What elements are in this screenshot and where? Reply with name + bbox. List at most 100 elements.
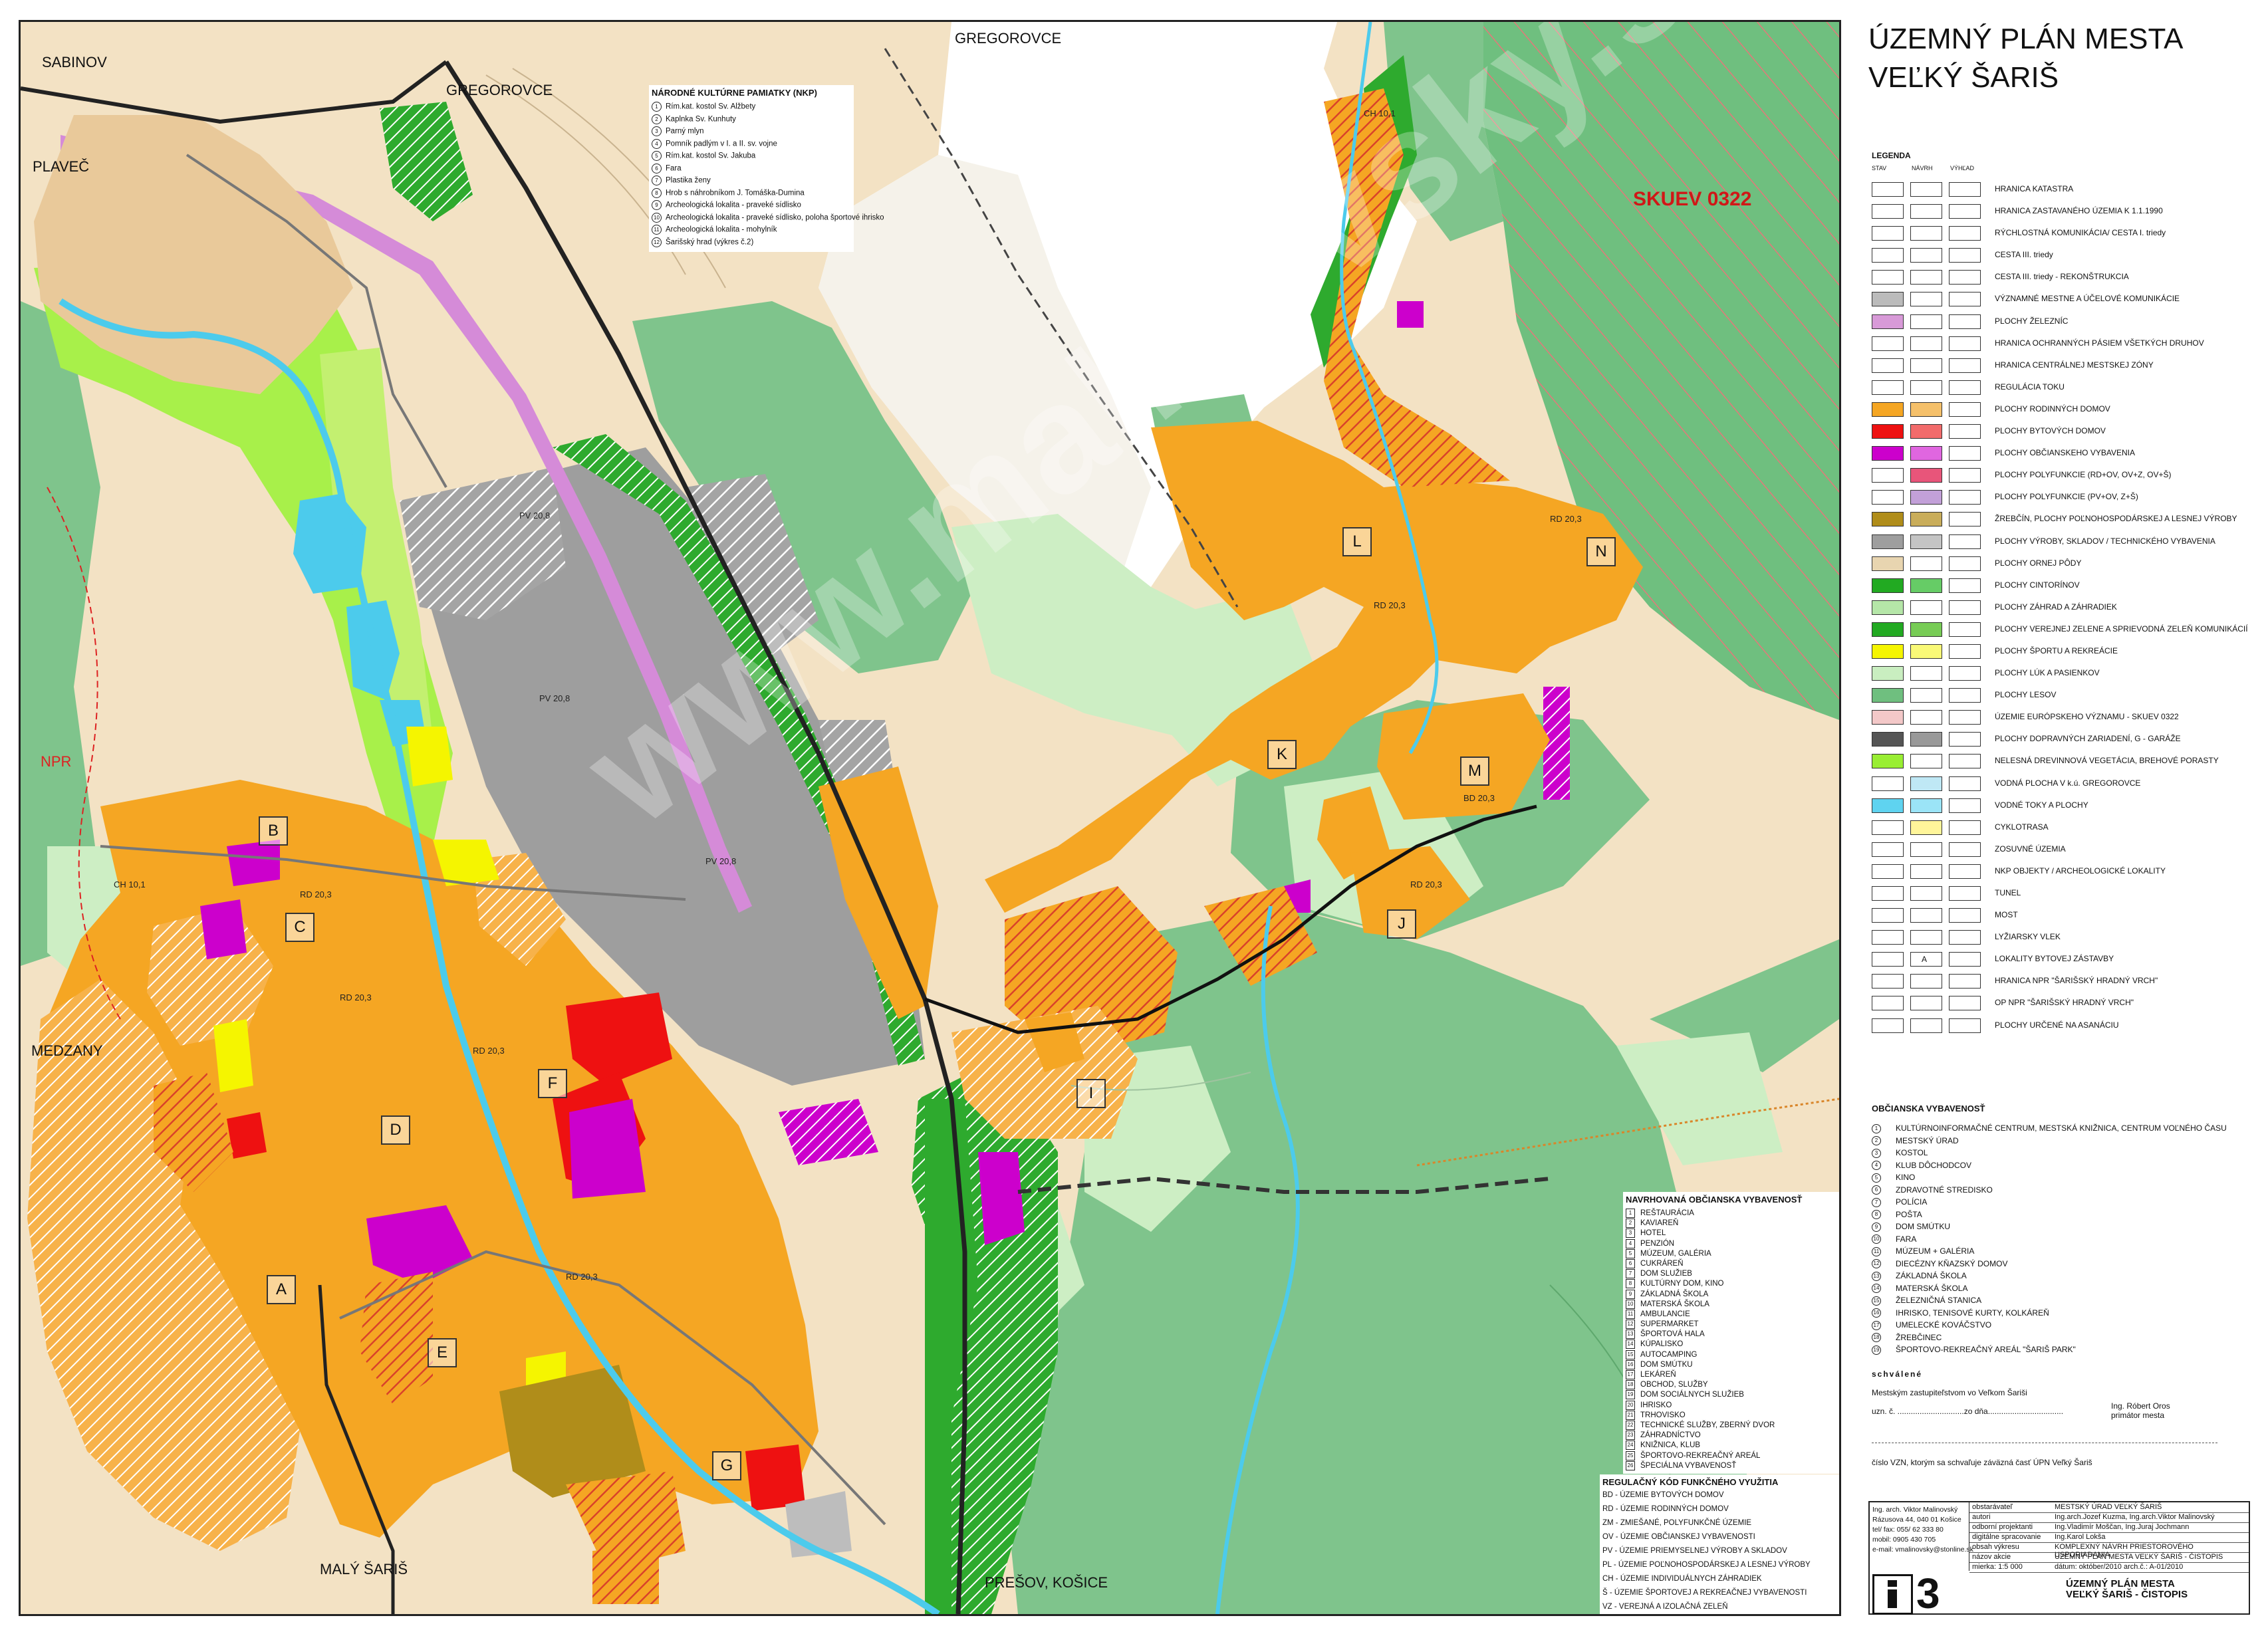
zone-letter-b: B	[259, 816, 288, 846]
legend-swatch	[1910, 182, 1942, 197]
legend-item-label: PLOCHY ŽELEZNÍC	[1995, 316, 2069, 326]
proposed-amenities-title: NAVRHOVANÁ OBČIANSKA VYBAVENOSŤ	[1626, 1195, 1803, 1205]
legend-swatch	[1949, 314, 1981, 329]
label-medzany: MEDZANY	[31, 1042, 103, 1059]
zone-letter-g: G	[712, 1451, 741, 1480]
legend-item: ŽREBČÍN, PLOCHY POĽNOHOSPODÁRSKEJ A LESN…	[1872, 509, 2251, 531]
legend-swatch	[1949, 248, 1981, 263]
title-block-value: ÚZEMNÝ PLÁN MESTA VEĽKÝ ŠARIŠ - ČISTOPIS	[2055, 1553, 2223, 1561]
legend-swatch	[1872, 270, 1904, 285]
zone-letter-j: J	[1387, 909, 1416, 939]
civic-number-icon: 14	[1872, 1284, 1881, 1294]
civic-amenity-label: ZDRAVOTNÉ STREDISKO	[1896, 1185, 1993, 1195]
zone-letter-k: K	[1267, 740, 1297, 769]
proposed-amenity-label: MATERSKÁ ŠKOLA	[1640, 1300, 1709, 1308]
amenity-number-icon: 17	[1626, 1370, 1635, 1379]
civic-amenity-label: MÚZEUM + GALÉRIA	[1896, 1246, 1975, 1256]
label-sabinov: SABINOV	[42, 54, 107, 70]
legend-swatch	[1872, 358, 1904, 373]
nkp-item-label: Parný mlyn	[666, 127, 704, 136]
title-block-key: obsah výkresu	[1972, 1543, 2019, 1551]
proposed-amenity-label: ŠPORTOVÁ HALA	[1640, 1330, 1705, 1339]
civic-amenity-item: 19 ŠPORTOVO-REKREAČNÝ AREÁL "ŠARIŠ PARK"	[1872, 1345, 2244, 1357]
proposed-amenity-item: 10 MATERSKÁ ŠKOLA	[1626, 1299, 1839, 1310]
legend-item: PLOCHY ŽELEZNÍC	[1872, 312, 2251, 334]
zone-code: RD 20,3	[1374, 600, 1406, 610]
legend-item-label: PLOCHY POLYFUNKCIE (PV+OV, Z+Š)	[1995, 492, 2138, 502]
nkp-item: 6 Fara	[652, 163, 851, 176]
legend-swatch	[1910, 688, 1942, 703]
legend-swatch	[1872, 798, 1904, 813]
legend-item: PLOCHY POLYFUNKCIE (PV+OV, Z+Š)	[1872, 487, 2251, 509]
proposed-amenity-label: LEKÁREŇ	[1640, 1371, 1676, 1379]
legend-item-label: HRANICA OCHRANNÝCH PÁSIEM VŠETKÝCH DRUHO…	[1995, 338, 2204, 348]
proposed-amenity-item: 17 LEKÁREŇ	[1626, 1370, 1839, 1380]
legend-swatch	[1872, 600, 1904, 615]
civic-amenity-item: 14 MATERSKÁ ŠKOLA	[1872, 1284, 2244, 1296]
civic-amenity-item: 13 ZÁKLADNÁ ŠKOLA	[1872, 1271, 2244, 1284]
legend-item-label: TUNEL	[1995, 888, 2021, 897]
legend-item: PLOCHY ZÁHRAD A ZÁHRADIEK	[1872, 598, 2251, 620]
nkp-item: 4 Pomník padlým v I. a II. sv. vojne	[652, 138, 851, 152]
legend-swatch	[1949, 534, 1981, 549]
nkp-item-label: Pomník padlým v I. a II. sv. vojne	[666, 140, 777, 148]
legend-swatch	[1910, 490, 1942, 505]
legend-item: CESTA III. triedy - REKONŠTRUKCIA	[1872, 267, 2251, 289]
legend-item-label: HRANICA KATASTRA	[1995, 184, 2074, 193]
legend-swatch	[1949, 842, 1981, 857]
nkp-number-icon: 6	[652, 163, 662, 174]
nkp-title: NÁRODNÉ KULTÚRNE PAMIATKY (NKP)	[652, 88, 817, 98]
amenity-number-icon: 5	[1626, 1248, 1635, 1258]
legend-item: NKP OBJEKTY / ARCHEOLOGICKÉ LOKALITY	[1872, 862, 2251, 883]
legend-item-label: MOST	[1995, 910, 2018, 920]
legend-swatch	[1910, 886, 1942, 901]
legend-item-label: VODNÁ PLOCHA V k.ú. GREGOROVCE	[1995, 778, 2141, 788]
proposed-amenity-label: SUPERMARKET	[1640, 1320, 1699, 1329]
legend-item-label: PLOCHY CINTORÍNOV	[1995, 580, 2080, 590]
civic-amenity-label: ŽREBČINEC	[1896, 1332, 1942, 1342]
legend-swatch	[1872, 820, 1904, 835]
label-gregorovce-top: GREGOROVCE	[955, 30, 1062, 47]
regulation-code-item: RD - ÚZEMIE RODINNÝCH DOMOV	[1602, 1505, 1729, 1513]
sheet-title-text: ÚZEMNÝ PLÁN MESTA VEĽKÝ ŠARIŠ - ČISTOPIS	[2066, 1578, 2188, 1600]
legend-swatch	[1910, 468, 1942, 483]
legend-item: PLOCHY OBČIANSKEHO VYBAVENIA	[1872, 443, 2251, 465]
legend-swatch	[1872, 842, 1904, 857]
civic-number-icon: 10	[1872, 1234, 1881, 1244]
proposed-amenities-list: NAVRHOVANÁ OBČIANSKA VYBAVENOSŤ 1 REŠTAUR…	[1623, 1192, 1839, 1474]
legend-swatch	[1949, 886, 1981, 901]
map-frame: SABINOV GREGOROVCE GREGOROVCE PLAVEČ NPR…	[19, 20, 1841, 1616]
legend-swatch	[1872, 974, 1904, 989]
civic-amenity-label: KINO	[1896, 1173, 1916, 1182]
legend-item: PLOCHY RODINNÝCH DOMOV	[1872, 400, 2251, 421]
legend-lokality-letter: A	[1922, 955, 1928, 965]
legend-swatch	[1910, 864, 1942, 879]
legend-swatch	[1949, 798, 1981, 813]
approval-head: schválené	[1872, 1369, 1923, 1379]
proposed-amenity-item: 8 KULTÚRNY DOM, KINO	[1626, 1279, 1839, 1289]
legend-item-label: PLOCHY ORNEJ PÔDY	[1995, 558, 2082, 568]
amenity-number-icon: 1	[1626, 1209, 1635, 1218]
title-block-row: obstarávateľ MESTSKÝ ÚRAD VEĽKÝ ŠARIŠ	[1969, 1502, 2249, 1513]
proposed-amenity-label: KÚPALISKO	[1640, 1340, 1684, 1349]
legend-swatch	[1910, 424, 1942, 439]
amenity-number-icon: 20	[1626, 1400, 1635, 1410]
civic-amenity-item: 10 FARA	[1872, 1234, 2244, 1247]
legend-swatch	[1949, 270, 1981, 285]
nkp-item-label: Kaplnka Sv. Kunhuty	[666, 115, 736, 124]
legend-swatch	[1910, 446, 1942, 461]
legend-item-label: PLOCHY BYTOVÝCH DOMOV	[1995, 426, 2106, 436]
civic-amenity-label: UMELECKÉ KOVÁČSTVO	[1896, 1320, 1992, 1330]
civic-amenity-item: 17 UMELECKÉ KOVÁČSTVO	[1872, 1320, 2244, 1333]
legend-swatch	[1872, 622, 1904, 637]
zone-code: RD 20,3	[300, 889, 332, 899]
legend-item-label: NELESNÁ DREVINNOVÁ VEGETÁCIA, BREHOVÉ PO…	[1995, 756, 2219, 766]
amenity-number-icon: 3	[1626, 1228, 1635, 1238]
legend-swatch	[1910, 908, 1942, 923]
civic-number-icon: 18	[1872, 1333, 1881, 1343]
civic-number-icon: 19	[1872, 1345, 1881, 1355]
legend-item-label: PLOCHY OBČIANSKEHO VYBAVENIA	[1995, 448, 2135, 458]
legend-swatch	[1910, 534, 1942, 549]
legend-item: PLOCHY DOPRAVNÝCH ZARIADENÍ, G - GARÁŽE	[1872, 729, 2251, 751]
nkp-item-label: Šarišský hrad (výkres č.2)	[666, 238, 754, 247]
